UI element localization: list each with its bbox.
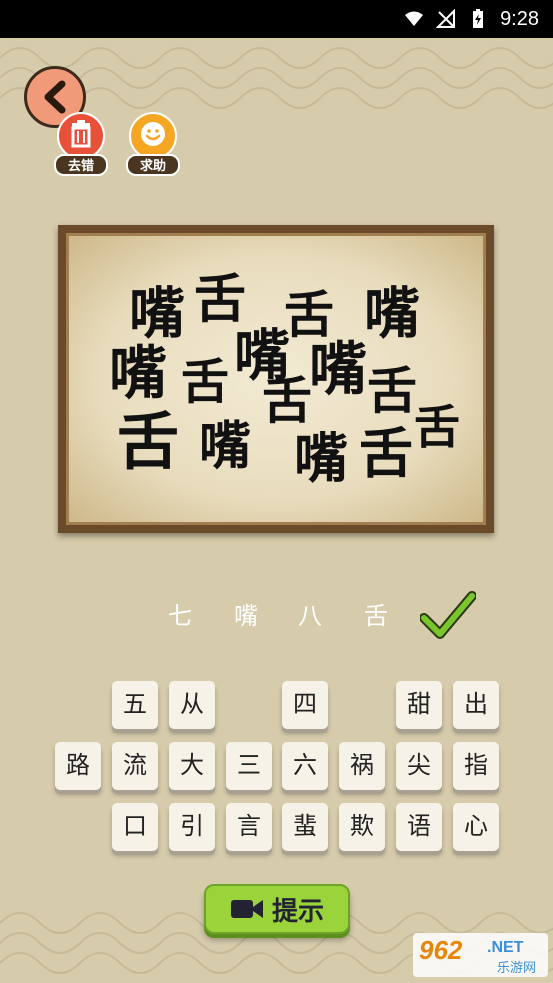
char-tile[interactable]: 流 bbox=[112, 742, 158, 790]
char-tile[interactable]: 欺 bbox=[339, 803, 385, 851]
char-tile[interactable]: 从 bbox=[169, 681, 215, 729]
puzzle-char: 嘴 bbox=[109, 339, 168, 407]
puzzle-char: 嘴 bbox=[364, 281, 420, 347]
hint-button[interactable]: 提示 bbox=[204, 884, 350, 934]
help-button[interactable]: 求助 bbox=[126, 112, 180, 176]
char-tile[interactable]: 尖 bbox=[396, 742, 442, 790]
watermark-logo: 962 .NET 乐游网 bbox=[413, 933, 548, 977]
hint-label: 提示 bbox=[271, 896, 324, 927]
help-label: 求助 bbox=[126, 154, 180, 176]
char-tile[interactable]: 三 bbox=[226, 742, 272, 790]
answer-char[interactable]: 七 bbox=[160, 596, 200, 631]
remove-wrong-button[interactable]: 去错 bbox=[54, 112, 108, 176]
char-tile[interactable]: 言 bbox=[226, 803, 272, 851]
puzzle-picture-frame: 嘴 舌 舌 嘴 嘴 舌 嘴 嘴 舌 舌 舌 嘴 舌 嘴 舌 舌 bbox=[58, 225, 494, 533]
char-tile[interactable]: 出 bbox=[453, 681, 499, 729]
char-tile[interactable]: 祸 bbox=[339, 742, 385, 790]
puzzle-char: 舌 bbox=[284, 285, 334, 344]
puzzle-char: 舌 bbox=[414, 400, 460, 454]
remove-wrong-label: 去错 bbox=[54, 154, 108, 176]
puzzle-picture: 嘴 舌 舌 嘴 嘴 舌 嘴 嘴 舌 舌 舌 嘴 舌 嘴 舌 舌 bbox=[66, 233, 486, 525]
help-circle bbox=[129, 112, 177, 160]
char-tile[interactable]: 六 bbox=[282, 742, 328, 790]
char-tile[interactable]: 引 bbox=[169, 803, 215, 851]
char-tile[interactable]: 五 bbox=[112, 681, 158, 729]
char-tile[interactable]: 四 bbox=[282, 681, 328, 729]
watermark-cn: 乐游网 bbox=[497, 960, 537, 975]
watermark-brand: 962 bbox=[419, 935, 463, 965]
smiley-icon bbox=[141, 122, 165, 146]
puzzle-char: 舌 bbox=[117, 405, 180, 478]
puzzle-char: 嘴 bbox=[129, 281, 185, 347]
puzzle-char: 嘴 bbox=[309, 335, 368, 403]
puzzle-char: 舌 bbox=[194, 269, 247, 330]
trash-icon bbox=[71, 120, 91, 148]
chevron-left-icon bbox=[44, 80, 66, 114]
puzzle-char: 舌 bbox=[367, 361, 417, 420]
checkmark-icon bbox=[420, 591, 476, 639]
signal-off-icon bbox=[436, 9, 456, 28]
answer-char[interactable]: 八 bbox=[290, 596, 330, 631]
puzzle-char: 嘴 bbox=[199, 416, 252, 477]
char-tile[interactable]: 语 bbox=[396, 803, 442, 851]
battery-charging-icon bbox=[473, 9, 484, 28]
char-tile[interactable]: 甜 bbox=[396, 681, 442, 729]
status-time: 9:28 bbox=[500, 7, 539, 30]
video-camera-icon bbox=[230, 900, 263, 918]
puzzle-char: 舌 bbox=[181, 354, 230, 410]
remove-wrong-circle bbox=[57, 112, 105, 160]
status-bar: 9:28 bbox=[0, 0, 553, 38]
answer-char[interactable]: 舌 bbox=[356, 596, 396, 631]
char-tile[interactable]: 指 bbox=[453, 742, 499, 790]
char-tile[interactable]: 大 bbox=[169, 742, 215, 790]
answer-char[interactable]: 嘴 bbox=[226, 596, 266, 631]
puzzle-char: 嘴 bbox=[294, 426, 348, 490]
puzzle-char: 舌 bbox=[359, 421, 413, 485]
char-tile[interactable]: 心 bbox=[453, 803, 499, 851]
char-tile[interactable]: 口 bbox=[112, 803, 158, 851]
watermark-suffix: .NET bbox=[487, 939, 524, 956]
char-tile[interactable]: 蜚 bbox=[282, 803, 328, 851]
puzzle-char: 舌 bbox=[262, 371, 312, 430]
char-tile[interactable]: 路 bbox=[55, 742, 101, 790]
wifi-icon bbox=[405, 11, 424, 26]
